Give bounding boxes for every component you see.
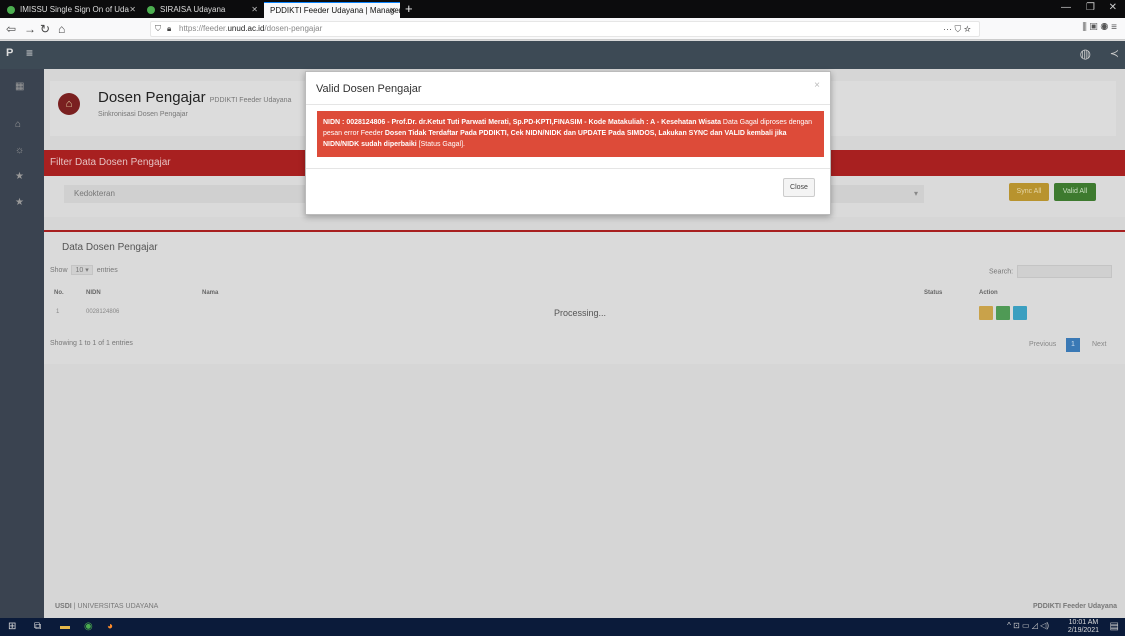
processing-indicator: Processing...: [554, 308, 607, 318]
search-label: Search:: [989, 268, 1014, 276]
show-entries: Show 10 ▾ entries: [50, 265, 118, 275]
sidebar-star-icon[interactable]: ★: [15, 171, 24, 182]
tab-title: SIRAISA Udayana: [160, 5, 226, 14]
page-subtitle: Sinkronisasi Dosen Pengajar: [98, 111, 188, 118]
tab-imissu[interactable]: IMISSU Single Sign On of Uda ✕: [2, 2, 140, 18]
page-title: Dosen Pengajar PDDIKTI Feeder Udayana: [98, 89, 291, 106]
page-title-small: PDDIKTI Feeder Udayana: [209, 97, 292, 104]
tracking-shield-icon[interactable]: ⛉: [155, 22, 161, 36]
back-icon[interactable]: ⇦: [6, 21, 16, 37]
university-logo-icon: ⌂: [58, 93, 80, 115]
windows-taskbar: ⊞ ⧉ ▬ ◉ ◕ ^ ⊡ ▭ ◿ ◁) 10:01 AM 2/19/2021 …: [0, 618, 1125, 636]
notification-icon[interactable]: ▤: [1110, 621, 1119, 632]
hamburger-menu-icon[interactable]: ≡: [26, 46, 33, 60]
close-tab-icon[interactable]: ✕: [389, 3, 396, 18]
address-bar[interactable]: ⛉ 🔒︎ https://feeder.unud.ac.id/dosen-pen…: [150, 21, 980, 37]
app-brand[interactable]: P: [6, 47, 13, 59]
alert-lecturer-info: NIDN : 0028124806 - Prof.Dr. dr.Ketut Tu…: [323, 119, 721, 126]
search-input[interactable]: [1017, 265, 1113, 278]
footer-university: | UNIVERSITAS UDAYANA: [71, 603, 159, 610]
forward-icon[interactable]: →: [24, 21, 36, 37]
clock-time: 10:01 AM: [1068, 619, 1099, 626]
app-header: P ≡ ◍ ≺: [0, 41, 1125, 69]
modal-close-icon[interactable]: ×: [814, 80, 820, 91]
sync-all-button[interactable]: Sync All: [1009, 183, 1049, 201]
site-favicon-icon: [147, 6, 155, 14]
lock-icon[interactable]: 🔒︎: [167, 22, 171, 36]
user-avatar-icon[interactable]: ◍: [1080, 46, 1091, 62]
current-page-button[interactable]: 1: [1066, 338, 1080, 352]
site-favicon-icon: [7, 6, 15, 14]
windows-start-icon[interactable]: ⊞: [8, 621, 16, 632]
footer-right: PDDIKTI Feeder Udayana: [1032, 603, 1117, 610]
minimize-icon[interactable]: —: [1061, 2, 1071, 13]
url-domain: unud.ac.id: [227, 24, 265, 33]
footer-org: USDI: [55, 603, 72, 610]
row-no: 1: [56, 309, 60, 315]
system-tray-icons[interactable]: ^ ⊡ ▭ ◿ ◁): [1007, 621, 1049, 630]
sidebar-bookmark-icon[interactable]: ★: [15, 197, 24, 208]
close-button[interactable]: Close: [783, 178, 815, 197]
modal-title: Valid Dosen Pengajar: [316, 83, 422, 95]
url-prefix: https://feeder.: [179, 24, 228, 33]
sidebar: ▦ ⌂ ☼ ★ ★: [0, 69, 44, 618]
browser-toolbar-icons[interactable]: ⫼ ▣ ◉ ≡: [1082, 22, 1117, 33]
faculty-select[interactable]: Kedokteran: [64, 185, 322, 203]
column-header-no[interactable]: No.: [54, 290, 64, 296]
tab-siraisa[interactable]: SIRAISA Udayana ✕: [142, 2, 262, 18]
error-alert: NIDN : 0028124806 - Prof.Dr. dr.Ketut Tu…: [317, 111, 824, 157]
data-heading: Data Dosen Pengajar: [62, 242, 158, 253]
column-header-action[interactable]: Action: [979, 290, 998, 296]
home-icon[interactable]: ⌂: [58, 21, 65, 37]
column-header-status[interactable]: Status: [924, 290, 942, 296]
new-tab-button[interactable]: +: [405, 1, 413, 16]
showing-entries-text: Showing 1 to 1 of 1 entries: [50, 340, 133, 347]
close-tab-icon[interactable]: ✕: [251, 2, 258, 17]
previous-page-link[interactable]: Previous: [1029, 338, 1056, 352]
entries-select[interactable]: 10 ▾: [71, 265, 93, 275]
close-tab-icon[interactable]: ✕: [129, 2, 136, 17]
tab-title: PDDIKTI Feeder Udayana | Manager: [270, 6, 400, 15]
clock[interactable]: 10:01 AM 2/19/2021: [1068, 619, 1099, 635]
alert-status: [Status Gagal].: [416, 141, 465, 148]
sync-action-button[interactable]: [1013, 306, 1027, 320]
modal-divider: [306, 104, 830, 105]
edit-action-button[interactable]: [979, 306, 993, 320]
search-area: Search:: [989, 265, 1113, 278]
firefox-icon[interactable]: ◕: [107, 621, 113, 632]
maximize-icon[interactable]: ❐: [1086, 2, 1095, 13]
tab-title: IMISSU Single Sign On of Uda: [20, 5, 129, 14]
page-actions-icon[interactable]: ··· ⛉ ☆: [943, 22, 971, 36]
sidebar-home-icon[interactable]: ⌂: [15, 119, 21, 130]
task-view-icon[interactable]: ⧉: [34, 621, 41, 632]
sidebar-settings-icon[interactable]: ☼: [15, 145, 24, 156]
sidebar-user-icon[interactable]: ▦: [15, 81, 24, 92]
url-path: /dosen-pengajar: [264, 24, 323, 33]
entries-value: 10: [75, 267, 84, 274]
share-icon[interactable]: ≺: [1110, 47, 1119, 60]
valid-action-button[interactable]: [996, 306, 1010, 320]
browser-navigation-bar: ⇦ → ↻ ⌂ ⛉ 🔒︎ https://feeder.unud.ac.id/d…: [0, 18, 1125, 40]
chrome-icon[interactable]: ◉: [84, 621, 93, 632]
modal-divider: [306, 168, 830, 169]
file-explorer-icon[interactable]: ▬: [60, 621, 70, 632]
show-suffix: entries: [96, 267, 118, 274]
footer-left: USDI | UNIVERSITAS UDAYANA: [55, 603, 158, 610]
column-header-nidn[interactable]: NIDN: [86, 290, 101, 296]
show-prefix: Show: [50, 267, 68, 274]
clock-date: 2/19/2021: [1067, 627, 1099, 634]
page-title-text: Dosen Pengajar: [98, 89, 206, 106]
next-page-link[interactable]: Next: [1092, 338, 1106, 352]
valid-dosen-modal: Valid Dosen Pengajar × NIDN : 0028124806…: [305, 71, 831, 215]
reload-icon[interactable]: ↻: [40, 21, 50, 37]
window-close-icon[interactable]: ✕: [1109, 2, 1117, 13]
column-header-nama[interactable]: Nama: [202, 290, 218, 296]
valid-all-button[interactable]: Valid All: [1054, 183, 1096, 201]
data-box: Data Dosen Pengajar Show 10 ▾ entries Se…: [44, 230, 1125, 364]
row-nidn: 0028124806: [86, 309, 120, 315]
tab-pddikti-feeder[interactable]: PDDIKTI Feeder Udayana | Manager ✕: [264, 2, 400, 18]
browser-tab-bar: IMISSU Single Sign On of Uda ✕ SIRAISA U…: [0, 0, 1125, 18]
alert-error-detail: Dosen Tidak Terdaftar Pada PDDIKTI, Cek …: [323, 130, 787, 148]
